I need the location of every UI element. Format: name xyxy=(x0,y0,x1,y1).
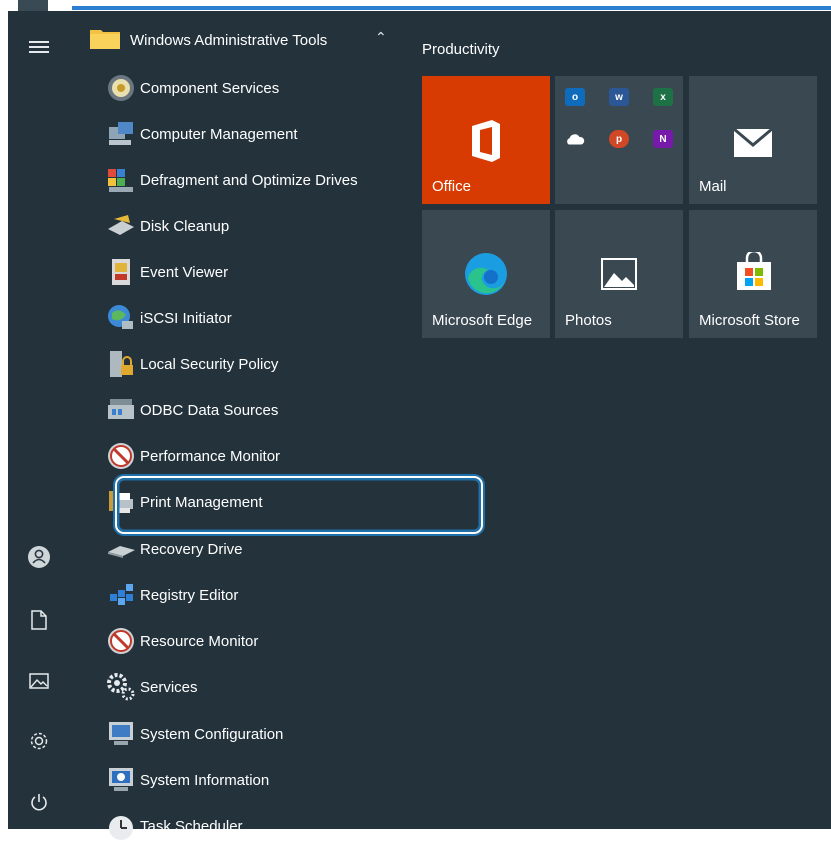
edge-icon xyxy=(465,253,507,295)
app-label: System Configuration xyxy=(140,726,284,743)
system-information-icon xyxy=(109,768,133,791)
performance-monitor-icon xyxy=(108,443,134,469)
chevron-up-icon[interactable]: ⌃ xyxy=(375,29,387,46)
app-label: Performance Monitor xyxy=(140,448,281,465)
app-label: Task Scheduler xyxy=(140,818,243,835)
settings-icon[interactable] xyxy=(25,727,53,755)
documents-icon[interactable] xyxy=(25,606,53,634)
store-icon xyxy=(737,252,771,290)
onedrive-icon xyxy=(565,130,585,148)
tile-microsoft-store[interactable]: Microsoft Store xyxy=(689,210,817,338)
app-label: Recovery Drive xyxy=(140,541,243,558)
iscsi-icon xyxy=(108,305,133,329)
registry-editor-icon xyxy=(110,584,133,605)
onenote-icon: N xyxy=(653,130,673,148)
app-task-scheduler[interactable]: Task Scheduler xyxy=(98,806,418,846)
app-event-viewer[interactable]: Event Viewer xyxy=(98,252,418,292)
app-label: Disk Cleanup xyxy=(140,218,230,235)
user-account-icon[interactable] xyxy=(25,543,53,571)
odbc-icon xyxy=(108,399,134,419)
photos-icon xyxy=(601,258,637,290)
component-services-icon xyxy=(108,75,134,101)
tile-photos[interactable]: Photos xyxy=(555,210,683,338)
app-computer-management[interactable]: Computer Management xyxy=(98,114,418,154)
app-label: Local Security Policy xyxy=(140,356,279,373)
tile-microsoft-edge[interactable]: Microsoft Edge xyxy=(422,210,550,338)
app-label: Services xyxy=(140,679,198,696)
accent-strip xyxy=(72,6,831,10)
services-icon xyxy=(107,673,135,701)
pictures-icon[interactable] xyxy=(25,667,53,695)
app-label: Registry Editor xyxy=(140,587,239,604)
disk-cleanup-icon xyxy=(108,215,134,235)
app-list: Windows Administrative Tools ⌃ Component… xyxy=(70,11,483,840)
computer-management-icon xyxy=(109,122,133,145)
app-performance-monitor[interactable]: Performance Monitor xyxy=(98,436,418,476)
start-menu: Windows Administrative Tools ⌃ Component… xyxy=(8,11,831,840)
selection-highlight xyxy=(115,476,483,534)
tile-group-title: Productivity xyxy=(422,41,500,58)
hamburger-menu-icon[interactable] xyxy=(25,33,53,61)
app-label: Event Viewer xyxy=(140,264,229,281)
resource-monitor-icon xyxy=(108,628,134,654)
tile-office-apps-folder[interactable]: o w x p N xyxy=(555,76,683,204)
defragment-icon xyxy=(108,169,133,192)
app-disk-cleanup[interactable]: Disk Cleanup xyxy=(98,206,418,246)
app-label: Resource Monitor xyxy=(140,633,259,650)
tile-label: Photos xyxy=(565,312,612,329)
app-defragment[interactable]: Defragment and Optimize Drives xyxy=(98,160,418,200)
task-scheduler-icon xyxy=(109,816,133,840)
tile-label: Microsoft Store xyxy=(699,312,800,329)
tile-mail[interactable]: Mail xyxy=(689,76,817,204)
app-registry-editor[interactable]: Registry Editor xyxy=(98,575,418,615)
app-system-information[interactable]: System Information xyxy=(98,760,418,800)
app-local-security-policy[interactable]: Local Security Policy xyxy=(98,344,418,384)
app-system-configuration[interactable]: System Configuration xyxy=(98,714,418,754)
app-label: Component Services xyxy=(140,80,280,97)
folder-label: Windows Administrative Tools xyxy=(130,32,328,49)
app-label: Computer Management xyxy=(140,126,298,143)
recovery-drive-icon xyxy=(108,546,135,558)
security-policy-icon xyxy=(110,351,133,377)
app-odbc-data-sources[interactable]: ODBC Data Sources xyxy=(98,390,418,430)
tile-label: Office xyxy=(432,178,471,195)
office-icon xyxy=(472,120,500,162)
event-viewer-icon xyxy=(112,259,130,285)
tile-label: Microsoft Edge xyxy=(432,312,533,329)
start-rail xyxy=(8,11,70,829)
mail-icon xyxy=(733,128,773,157)
tile-label: Mail xyxy=(699,178,727,195)
app-label: iSCSI Initiator xyxy=(140,310,232,327)
tile-office[interactable]: Office xyxy=(422,76,550,204)
folder-icon xyxy=(90,30,120,49)
outlook-icon: o xyxy=(565,88,585,106)
app-label: Defragment and Optimize Drives xyxy=(140,172,358,189)
system-configuration-icon xyxy=(109,722,133,745)
app-recovery-drive[interactable]: Recovery Drive xyxy=(98,529,418,569)
powerpoint-icon: p xyxy=(609,130,629,148)
app-label: ODBC Data Sources xyxy=(140,402,279,419)
power-icon[interactable] xyxy=(25,789,53,817)
word-icon: w xyxy=(609,88,629,106)
app-iscsi-initiator[interactable]: iSCSI Initiator xyxy=(98,298,418,338)
app-services[interactable]: Services xyxy=(98,667,418,707)
app-component-services[interactable]: Component Services xyxy=(98,68,418,108)
folder-windows-administrative-tools[interactable]: Windows Administrative Tools ⌃ xyxy=(70,23,410,59)
excel-icon: x xyxy=(653,88,673,106)
top-bar xyxy=(0,0,831,12)
app-label: System Information xyxy=(140,772,270,789)
app-resource-monitor[interactable]: Resource Monitor xyxy=(98,621,418,661)
